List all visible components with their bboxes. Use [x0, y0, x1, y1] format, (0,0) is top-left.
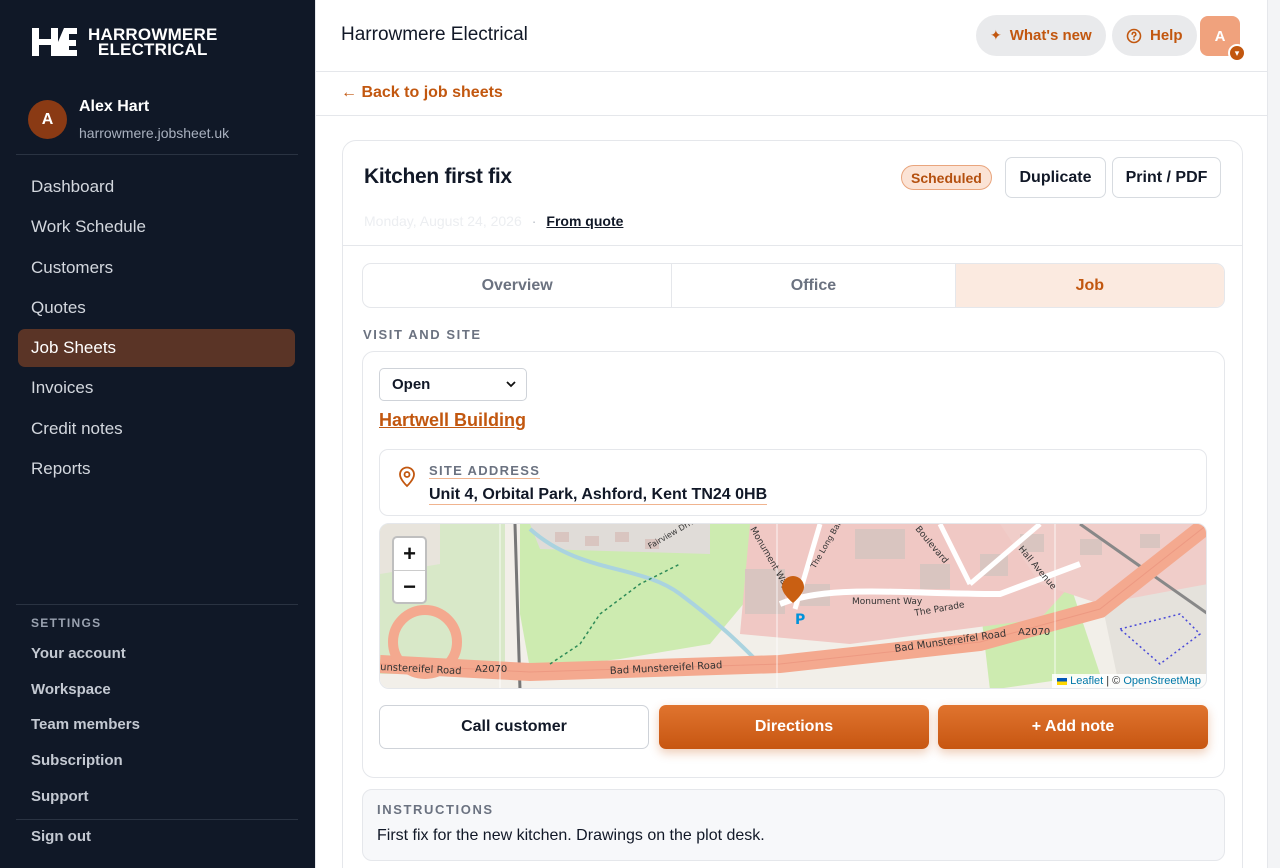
- print-pdf-button[interactable]: Print / PDF: [1112, 157, 1221, 198]
- tab-office[interactable]: Office: [672, 264, 956, 307]
- brand-line-2: ELECTRICAL: [97, 40, 208, 59]
- job-sheet-card: Kitchen first fix Scheduled Duplicate Pr…: [342, 140, 1243, 868]
- logo-mark-icon: [32, 28, 77, 56]
- help-circle-icon: [1126, 28, 1142, 43]
- meta-separator: ·: [531, 213, 537, 229]
- openstreetmap-link[interactable]: OpenStreetMap: [1123, 675, 1201, 687]
- map-pin-icon: [399, 466, 415, 488]
- site-name-link[interactable]: Hartwell Building: [379, 410, 526, 431]
- divider: [16, 604, 298, 605]
- back-to-job-sheets-link[interactable]: ← Back to job sheets: [341, 84, 503, 102]
- nav-item-reports[interactable]: Reports: [18, 450, 295, 488]
- map-attribution: Leaflet | © OpenStreetMap: [1052, 674, 1206, 688]
- settings-item-your-account[interactable]: Your account: [31, 636, 140, 672]
- map-label-a2070: A2070: [1018, 627, 1050, 638]
- main-nav: Dashboard Work Schedule Customers Quotes…: [18, 168, 295, 490]
- ukraine-flag-icon: [1057, 677, 1068, 685]
- settings-nav: Your account Workspace Team members Subs…: [31, 636, 140, 814]
- top-bar: Harrowmere Electrical ✦ What's new Help …: [316, 0, 1267, 72]
- leaflet-link[interactable]: Leaflet: [1070, 675, 1103, 687]
- select-value: Open: [392, 376, 431, 393]
- zoom-in-button[interactable]: +: [394, 538, 425, 570]
- user-name: Alex Hart: [79, 98, 150, 115]
- zoom-out-button[interactable]: −: [394, 570, 425, 602]
- job-tabs: Overview Office Job: [362, 263, 1225, 308]
- directions-button[interactable]: Directions: [659, 705, 929, 749]
- chevron-down-icon: ▾: [1228, 44, 1246, 62]
- tab-job[interactable]: Job: [955, 264, 1224, 307]
- settings-heading: SETTINGS: [31, 616, 102, 630]
- app-title: Harrowmere Electrical: [341, 24, 528, 45]
- visit-and-site-panel: Open Hartwell Building SITE ADDRESS Unit…: [362, 351, 1225, 778]
- job-date: Monday, August 24, 2026: [364, 213, 522, 229]
- map-zoom-control: + −: [392, 536, 427, 604]
- settings-item-team-members[interactable]: Team members: [31, 707, 140, 743]
- map-tiles[interactable]: Bad Munstereifel Road Bad Munstereifel R…: [380, 524, 1207, 689]
- whats-new-label: What's new: [1009, 27, 1092, 44]
- site-map[interactable]: Bad Munstereifel Road Bad Munstereifel R…: [379, 523, 1207, 689]
- job-meta: Monday, August 24, 2026 · From quote: [364, 213, 623, 229]
- main-content: Harrowmere Electrical ✦ What's new Help …: [315, 0, 1268, 868]
- user-profile[interactable]: A Alex Hart harrowmere.jobsheet.uk: [28, 96, 229, 141]
- settings-item-workspace[interactable]: Workspace: [31, 672, 140, 708]
- user-domain: harrowmere.jobsheet.uk: [79, 125, 230, 141]
- settings-item-support[interactable]: Support: [31, 778, 140, 814]
- tab-overview[interactable]: Overview: [363, 264, 673, 307]
- site-address-value: Unit 4, Orbital Park, Ashford, Kent TN24…: [429, 486, 768, 505]
- site-address-box: SITE ADDRESS Unit 4, Orbital Park, Ashfo…: [379, 449, 1207, 516]
- nav-item-customers[interactable]: Customers: [18, 249, 295, 287]
- job-header: Kitchen first fix Scheduled Duplicate Pr…: [343, 141, 1242, 246]
- nav-item-quotes[interactable]: Quotes: [18, 289, 295, 327]
- sparkle-icon: ✦: [990, 27, 1002, 43]
- duplicate-button[interactable]: Duplicate: [1005, 157, 1106, 198]
- nav-item-job-sheets[interactable]: Job Sheets: [18, 329, 295, 368]
- chevron-down-icon: [506, 381, 516, 388]
- help-button[interactable]: Help: [1112, 15, 1197, 56]
- account-menu-button[interactable]: A ▾: [1200, 16, 1246, 62]
- visit-status-select[interactable]: Open: [379, 368, 527, 401]
- settings-item-subscription[interactable]: Subscription: [31, 743, 140, 779]
- avatar: A: [1214, 27, 1226, 45]
- nav-item-dashboard[interactable]: Dashboard: [18, 168, 295, 206]
- brand-name: HARROWMERE ELECTRICAL: [88, 26, 218, 59]
- sidebar: HARROWMERE ELECTRICAL A Alex Hart harrow…: [0, 0, 315, 868]
- attribution-separator: | ©: [1106, 675, 1121, 687]
- sign-out-link[interactable]: Sign out: [31, 828, 91, 845]
- avatar: A: [28, 100, 67, 139]
- brand-logo[interactable]: HARROWMERE ELECTRICAL: [30, 26, 218, 58]
- nav-item-work-schedule[interactable]: Work Schedule: [18, 208, 295, 246]
- job-title: Kitchen first fix: [364, 165, 512, 188]
- parking-icon: P: [795, 612, 805, 628]
- divider: [16, 819, 298, 820]
- instructions-label: INSTRUCTIONS: [377, 802, 494, 817]
- help-label: Help: [1150, 27, 1183, 44]
- site-address-label: SITE ADDRESS: [429, 463, 541, 479]
- whats-new-button[interactable]: ✦ What's new: [976, 15, 1106, 56]
- instructions-text: First fix for the new kitchen. Drawings …: [377, 827, 765, 844]
- status-badge: Scheduled: [901, 165, 992, 190]
- nav-item-credit-notes[interactable]: Credit notes: [18, 410, 295, 448]
- instructions-panel: INSTRUCTIONS First fix for the new kitch…: [362, 789, 1225, 861]
- back-bar: ← Back to job sheets: [316, 72, 1267, 116]
- section-label-visit: VISIT AND SITE: [363, 327, 482, 342]
- from-quote-link[interactable]: From quote: [546, 213, 623, 229]
- map-label-a2070: A2070: [475, 664, 507, 675]
- call-customer-button[interactable]: Call customer: [379, 705, 649, 749]
- nav-item-invoices[interactable]: Invoices: [18, 369, 295, 407]
- map-label-street: Monument Way: [852, 597, 923, 607]
- divider: [16, 154, 298, 155]
- add-note-button[interactable]: + Add note: [938, 705, 1208, 749]
